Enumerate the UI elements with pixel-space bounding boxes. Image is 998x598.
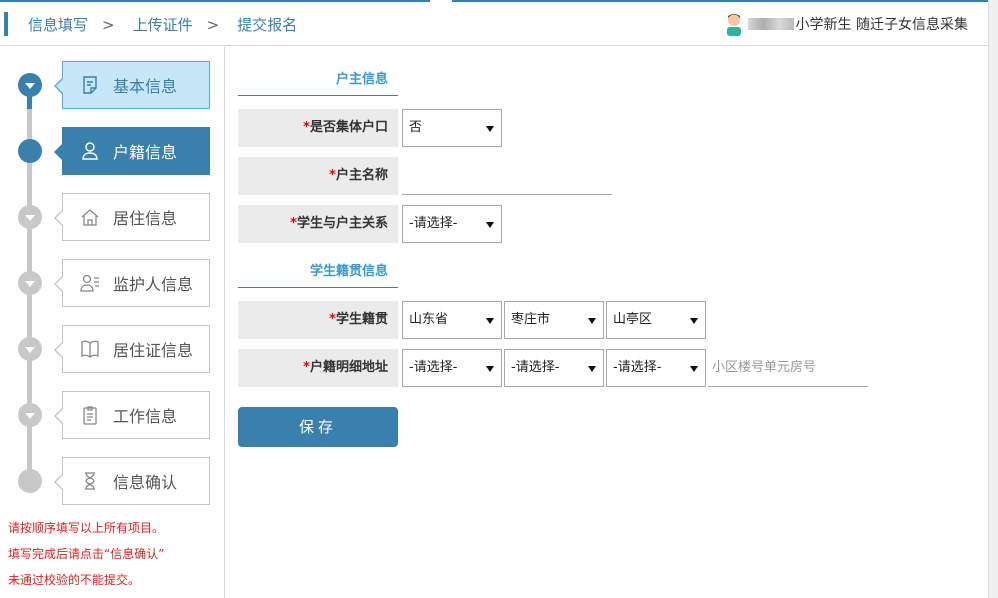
book-icon xyxy=(79,338,101,360)
breadcrumb-separator: > xyxy=(206,16,220,34)
blurred-username xyxy=(747,18,794,30)
chevron-down-icon xyxy=(588,318,596,324)
step-dot xyxy=(18,271,42,295)
avatar-icon xyxy=(724,12,744,36)
page: 信息填写 > 上传证件 > 提交报名 小学新生 随迁子女信息采集 基本信息 户籍… xyxy=(0,0,998,598)
clipboard-icon xyxy=(79,404,101,426)
step-dot xyxy=(18,469,42,493)
step-dot xyxy=(18,403,42,427)
field-label: *户籍明细地址 xyxy=(238,349,398,387)
breadcrumb-item-submit[interactable]: 提交报名 xyxy=(237,16,297,34)
native-city-select[interactable]: 枣庄市 xyxy=(504,301,604,339)
step-label: 工作信息 xyxy=(113,407,178,426)
step-label: 户籍信息 xyxy=(113,143,178,162)
required-mark: * xyxy=(329,312,336,327)
house-icon xyxy=(79,206,101,228)
step-label: 基本信息 xyxy=(113,77,178,96)
header: 信息填写 > 上传证件 > 提交报名 小学新生 随迁子女信息采集 xyxy=(0,2,988,46)
chevron-down-icon xyxy=(486,222,494,228)
step-dot xyxy=(18,139,42,163)
instruction-line: 请按顺序填写以上所有项目。 xyxy=(8,521,165,535)
required-mark: * xyxy=(303,120,310,135)
step-card[interactable]: 监护人信息 xyxy=(54,259,210,307)
breadcrumb-separator: > xyxy=(102,16,115,34)
save-button[interactable]: 保存 xyxy=(238,407,398,447)
form-icon xyxy=(79,74,101,96)
required-mark: * xyxy=(290,216,297,231)
field-label: *是否集体户口 xyxy=(238,109,398,147)
step-card[interactable]: 居住证信息 xyxy=(54,325,210,373)
step-label: 监护人信息 xyxy=(113,275,194,294)
instructions: 请按顺序填写以上所有项目。 填写完成后请点击“信息确认” 未通过校验的不能提交。 xyxy=(8,515,164,593)
breadcrumb-item-fill[interactable]: 信息填写 xyxy=(28,16,88,34)
field-label: *户主名称 xyxy=(238,157,398,195)
field-label: *学生籍贯 xyxy=(238,301,398,339)
person-icon xyxy=(79,140,101,162)
address-detail-input[interactable]: 小区楼号单元房号 xyxy=(708,349,868,387)
step-residence-permit[interactable]: 居住证信息 xyxy=(0,325,225,373)
address-city-select[interactable]: -请选择- xyxy=(504,349,604,387)
step-card[interactable]: 居住信息 xyxy=(54,193,210,241)
required-mark: * xyxy=(303,360,310,375)
scrollbar[interactable] xyxy=(988,0,998,598)
step-card[interactable]: 基本信息 xyxy=(54,61,210,109)
header-marker xyxy=(4,12,8,36)
step-dot xyxy=(18,337,42,361)
user-info: 小学新生 随迁子女信息采集 xyxy=(724,10,968,38)
chevron-down-icon xyxy=(486,318,494,324)
field-label: *学生与户主关系 xyxy=(238,205,398,243)
section-title-household: 户主信息 xyxy=(238,66,398,96)
instruction-line: 未通过校验的不能提交。 xyxy=(8,573,141,587)
step-household-info[interactable]: 户籍信息 xyxy=(0,127,225,175)
step-work-info[interactable]: 工作信息 xyxy=(0,391,225,439)
relation-select[interactable]: -请选择- xyxy=(402,205,502,243)
chevron-down-icon xyxy=(486,366,494,372)
step-label: 信息确认 xyxy=(113,473,178,492)
step-card[interactable]: 户籍信息 xyxy=(54,127,210,175)
step-sidebar: 基本信息 户籍信息 居住信息 监护人信息 居住证信息 工作信息 信息确认 请按顺… xyxy=(0,47,225,598)
step-confirm[interactable]: 信息确认 xyxy=(0,457,225,505)
householder-name-input[interactable] xyxy=(402,157,612,195)
chevron-down-icon xyxy=(690,366,698,372)
step-card[interactable]: 工作信息 xyxy=(54,391,210,439)
native-province-select[interactable]: 山东省 xyxy=(402,301,502,339)
section-title-native-place: 学生籍贯信息 xyxy=(238,258,398,288)
breadcrumb: 信息填写 > 上传证件 > 提交报名 xyxy=(28,14,311,35)
chevron-down-icon xyxy=(486,126,494,132)
chevron-down-icon xyxy=(588,366,596,372)
required-mark: * xyxy=(329,168,336,183)
step-residence-info[interactable]: 居住信息 xyxy=(0,193,225,241)
system-title: 小学新生 随迁子女信息采集 xyxy=(795,17,968,33)
address-province-select[interactable]: -请选择- xyxy=(402,349,502,387)
breadcrumb-item-upload[interactable]: 上传证件 xyxy=(133,16,193,34)
step-dot xyxy=(18,205,42,229)
address-district-select[interactable]: -请选择- xyxy=(606,349,706,387)
chevron-down-icon xyxy=(690,318,698,324)
step-guardian-info[interactable]: 监护人信息 xyxy=(0,259,225,307)
native-district-select[interactable]: 山亭区 xyxy=(606,301,706,339)
collective-household-select[interactable]: 否 xyxy=(402,109,502,147)
step-label: 居住证信息 xyxy=(113,341,194,360)
instruction-line: 填写完成后请点击“信息确认” xyxy=(8,547,165,561)
step-card[interactable]: 信息确认 xyxy=(54,457,210,505)
step-label: 居住信息 xyxy=(113,209,178,228)
step-dot xyxy=(18,73,42,97)
hourglass-icon xyxy=(79,470,101,492)
step-basic-info[interactable]: 基本信息 xyxy=(0,61,225,109)
guardian-icon xyxy=(79,272,101,294)
